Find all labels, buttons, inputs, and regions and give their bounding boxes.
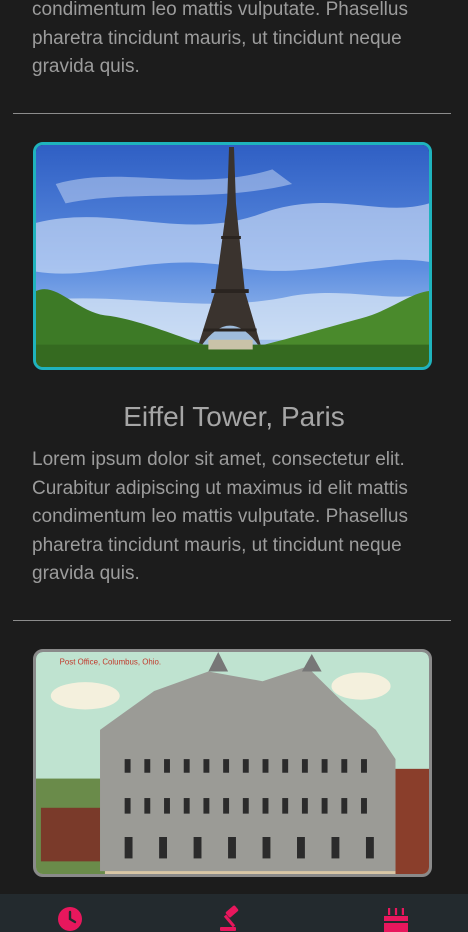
eiffel-tower-photo (36, 145, 429, 367)
screen: condimentum leo mattis vulputate. Phasel… (0, 0, 468, 932)
cake-icon (384, 908, 408, 932)
postcard-caption: Post Office, Columbus, Ohio. (60, 658, 161, 667)
bottom-tab-bar (0, 894, 468, 932)
divider (13, 620, 451, 621)
eiffel-tower-image[interactable] (33, 142, 432, 370)
tab-birthday[interactable] (381, 902, 411, 932)
tab-history[interactable] (55, 902, 85, 932)
card-description: Lorem ipsum dolor sit amet, consectetur … (32, 449, 408, 584)
tab-auction[interactable] (217, 902, 247, 932)
clock-icon (58, 907, 82, 931)
divider (13, 113, 451, 114)
gavel-icon (220, 905, 239, 931)
card-title: Eiffel Tower, Paris (123, 401, 345, 432)
post-office-image[interactable]: Post Office, Columbus, Ohio. (33, 649, 432, 877)
post-office-photo: Post Office, Columbus, Ohio. (36, 652, 429, 874)
card-description-prev: condimentum leo mattis vulputate. Phasel… (32, 0, 408, 77)
